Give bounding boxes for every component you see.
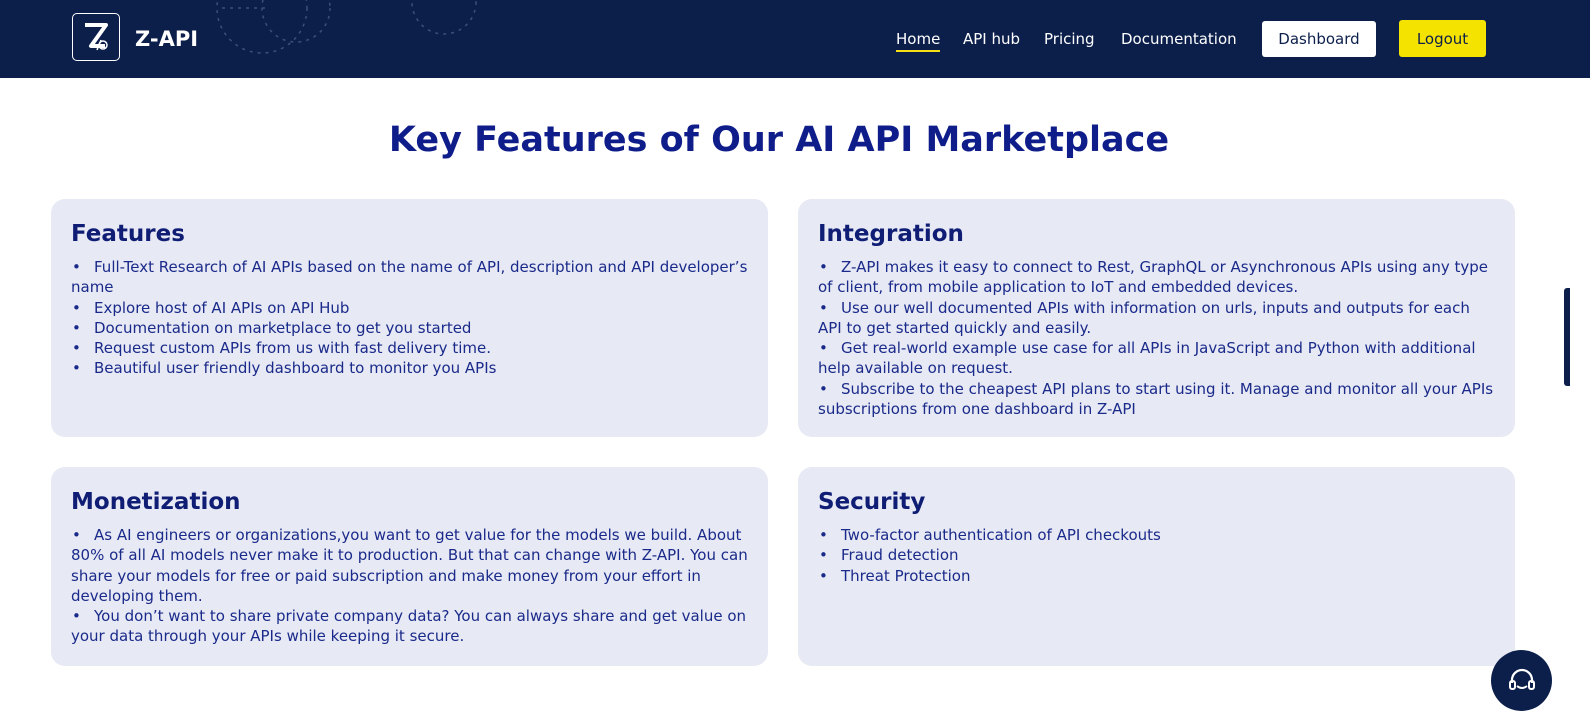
dashboard-button[interactable]: Dashboard	[1262, 21, 1376, 57]
list-item: Z-API makes it easy to connect to Rest, …	[818, 257, 1495, 298]
page-title: Key Features of Our AI API Marketplace	[388, 120, 1170, 160]
list-item: Threat Protection	[818, 566, 1495, 586]
list-item: Subscribe to the cheapest API plans to s…	[818, 379, 1495, 420]
list-item: Full-Text Research of AI APIs based on t…	[71, 257, 748, 298]
list-item: Beautiful user friendly dashboard to mon…	[71, 358, 748, 378]
features-card: Features Full-Text Research of AI APIs b…	[51, 199, 768, 437]
list-item: As AI engineers or organizations,you wan…	[71, 525, 748, 606]
monetization-card: Monetization As AI engineers or organiza…	[51, 467, 768, 666]
list-item: Fraud detection	[818, 545, 1495, 565]
features-list: Full-Text Research of AI APIs based on t…	[71, 257, 748, 379]
z-logo-glyph-icon	[85, 23, 108, 51]
integration-list: Z-API makes it easy to connect to Rest, …	[818, 257, 1495, 419]
integration-card: Integration Z-API makes it easy to conne…	[798, 199, 1515, 437]
list-item: Explore host of AI APIs on API Hub	[71, 298, 748, 318]
list-item: You don’t want to share private company …	[71, 606, 748, 647]
card-title: Features	[71, 221, 185, 247]
nav-pricing-link[interactable]: Pricing	[1044, 29, 1095, 49]
nav-api-hub-link[interactable]: API hub	[963, 29, 1020, 49]
z-api-logo-icon[interactable]	[72, 13, 120, 61]
nav-home-link[interactable]: Home	[896, 29, 941, 52]
card-title: Integration	[818, 221, 964, 247]
brand-name[interactable]: Z-API	[135, 25, 198, 53]
support-chat-button[interactable]	[1491, 650, 1552, 711]
list-item: Request custom APIs from us with fast de…	[71, 338, 748, 358]
security-card: Security Two-factor authentication of AP…	[798, 467, 1515, 666]
nav-documentation-link[interactable]: Documentation	[1121, 29, 1237, 49]
side-scroll-tab[interactable]	[1564, 288, 1570, 386]
logout-button[interactable]: Logout	[1399, 20, 1486, 57]
list-item: Documentation on marketplace to get you …	[71, 318, 748, 338]
top-navbar: Z-API Home API hub Pricing Documentation…	[0, 0, 1590, 78]
headset-support-icon	[1508, 668, 1535, 690]
monetization-list: As AI engineers or organizations,you wan…	[71, 525, 748, 647]
list-item: Get real-world example use case for all …	[818, 338, 1495, 379]
card-title: Security	[818, 489, 926, 515]
list-item: Two-factor authentication of API checkou…	[818, 525, 1495, 545]
list-item: Use our well documented APIs with inform…	[818, 298, 1495, 339]
security-list: Two-factor authentication of API checkou…	[818, 525, 1495, 586]
card-title: Monetization	[71, 489, 241, 515]
